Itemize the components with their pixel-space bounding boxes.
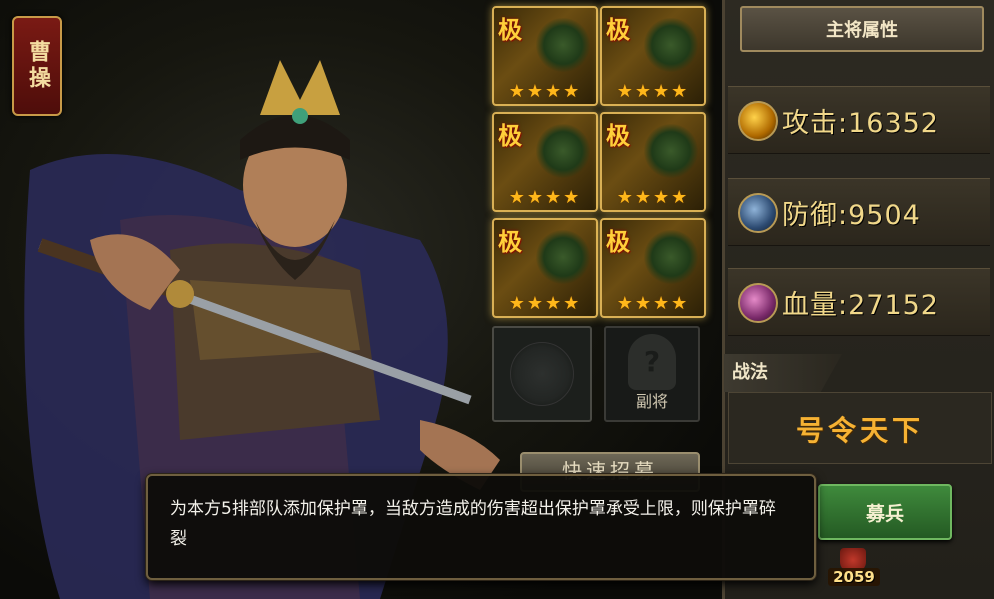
card-rank: 极 [498,228,522,256]
attack-stat: 攻击:16352 [728,86,990,154]
tactic-name: 号令天下 [795,414,924,447]
equip-card-6[interactable]: 极 ★★★★ [600,218,706,318]
dragon-emblem-icon [536,18,590,72]
sub-general-slot[interactable]: ? 副将 [604,326,700,422]
sub-general-label: 副将 [635,392,668,411]
dragon-emblem-icon [536,124,590,178]
seal-placeholder-icon [510,342,574,406]
defense-stat: 防御:9504 [728,178,990,246]
defense-value: 防御:9504 [782,200,921,231]
dragon-emblem-icon [536,230,590,284]
empty-seal-slot[interactable] [492,326,592,422]
star-rating: ★★★★ [616,293,690,314]
star-rating: ★★★★ [616,187,690,208]
equip-card-1[interactable]: 极 ★★★★ [492,6,598,106]
blood-splash-icon [738,283,778,323]
card-rank: 极 [498,122,522,150]
attack-value: 攻击:16352 [782,108,939,139]
equip-card-5[interactable]: 极 ★★★★ [492,218,598,318]
card-rank: 极 [498,16,522,44]
sword-slash-icon [738,101,778,141]
hp-stat: 血量:27152 [728,268,990,336]
equip-card-4[interactable]: 极 ★★★★ [600,112,706,212]
resource-count: 2059 [828,568,880,586]
hero-name-plaque: 曹操 [12,16,62,116]
star-rating: ★★★★ [616,81,690,102]
star-rating: ★★★★ [508,187,582,208]
star-rating: ★★★★ [508,293,582,314]
hp-value: 血量:27152 [782,290,939,321]
card-rank: 极 [606,228,630,256]
panel-title: 主将属性 [740,6,984,52]
dragon-emblem-icon [644,124,698,178]
dragon-emblem-icon [644,18,698,72]
card-rank: 极 [606,122,630,150]
card-rank: 极 [606,16,630,44]
dragon-emblem-icon [644,230,698,284]
troop-resource: 2059 [828,548,880,592]
tactic-tooltip: 为本方5排部队添加保护罩，当敌方造成的伤害超出保护罩承受上限，则保护罩碎裂 [146,474,816,580]
tactic-box[interactable]: 号令天下 [728,392,992,464]
tactic-description: 为本方5排部队添加保护罩，当敌方造成的伤害超出保护罩承受上限，则保护罩碎裂 [170,499,776,549]
question-silhouette-icon: ? [628,334,676,390]
equip-card-3[interactable]: 极 ★★★★ [492,112,598,212]
equip-card-2[interactable]: 极 ★★★★ [600,6,706,106]
recruit-button[interactable]: 募兵 [818,484,952,540]
shield-icon [738,193,778,233]
star-rating: ★★★★ [508,81,582,102]
